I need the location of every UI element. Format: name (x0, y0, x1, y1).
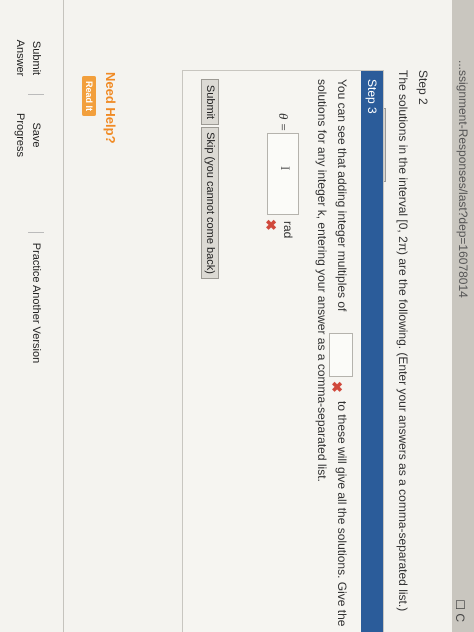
footer-divider (63, 0, 64, 632)
step3-text-line2: solutions for any integer k, entering yo… (315, 79, 329, 482)
general-solution-input[interactable] (267, 133, 299, 215)
step3-theta-label: θ = (276, 113, 291, 132)
url-text: ...ssignment-Responses/last?dep=16078014 (456, 60, 470, 298)
need-help-label: Need Help? (103, 72, 118, 144)
step3-title: Step 3 (361, 71, 383, 632)
step3-text-line1b: to these will give all the solutions. Gi… (335, 401, 349, 627)
incorrect-x-icon: ✖ (263, 219, 279, 231)
unit-label: rad (281, 221, 295, 239)
text-cursor-icon: I (278, 166, 293, 171)
save-progress-button[interactable]: Save Progress (14, 100, 44, 170)
read-it-button[interactable]: Read It (82, 76, 96, 116)
practice-another-version-button[interactable]: Practice Another Version (28, 232, 44, 373)
browser-url-bar[interactable]: ...ssignment-Responses/last?dep=16078014… (452, 0, 474, 632)
step2-title: Step 2 (416, 70, 430, 105)
submit-answer-button[interactable]: Submit Answer (14, 22, 44, 95)
step3-panel: Step 3 You can see that adding integer m… (182, 70, 384, 632)
step2-question: The solutions in the interval [0, 2π) ar… (396, 70, 410, 612)
step3-text-line1: You can see that adding integer multiple… (335, 79, 349, 312)
incorrect-x-icon: ✖ (329, 381, 345, 393)
skip-button[interactable]: Skip (you cannot come back) (201, 127, 219, 279)
window-icons[interactable]: ☐ C (452, 599, 471, 622)
screen: ...ssignment-Responses/last?dep=16078014… (0, 0, 474, 632)
submit-button[interactable]: Submit (201, 79, 219, 125)
period-input[interactable] (329, 333, 353, 377)
